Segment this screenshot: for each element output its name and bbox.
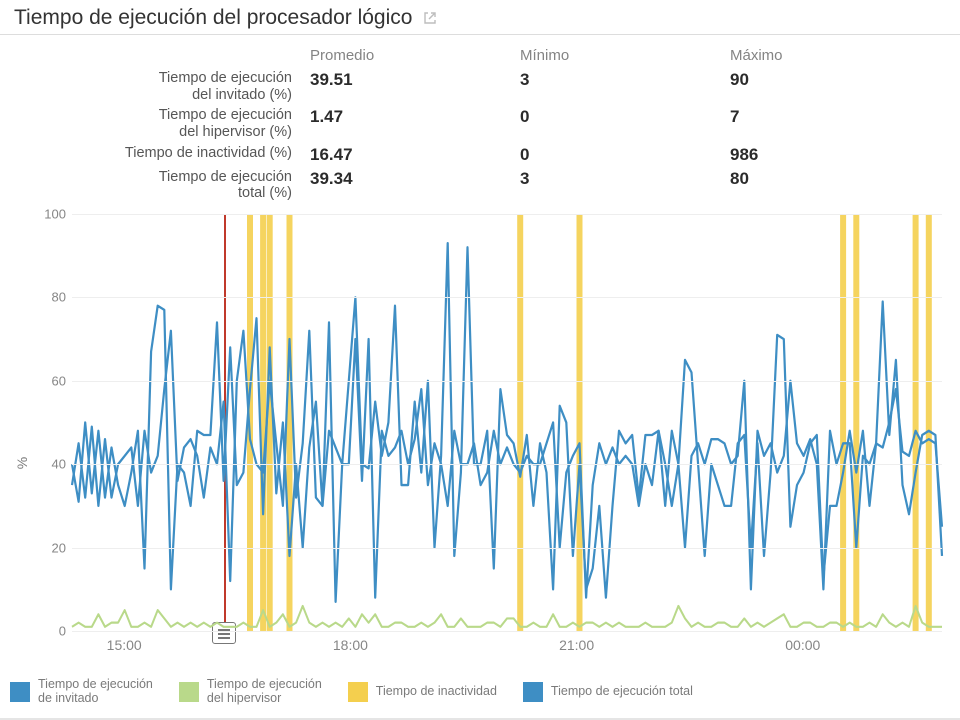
metric-guest-label: Tiempo de ejecucióndel invitado (%) (0, 68, 310, 105)
cpu-runtime-panel: Tiempo de ejecución del procesador lógic… (0, 0, 960, 720)
swatch-icon (179, 682, 199, 702)
metric-guest-avg: 39.51 (310, 68, 520, 105)
legend: Tiempo de ejecuciónde invitado Tiempo de… (10, 672, 950, 712)
ytick: 0 (36, 624, 66, 639)
metric-hyper-max: 7 (730, 105, 940, 142)
legend-guest[interactable]: Tiempo de ejecuciónde invitado (10, 678, 153, 706)
ytick: 100 (36, 207, 66, 222)
metric-idle-min: 0 (520, 143, 730, 167)
col-max: Máximo (730, 41, 940, 68)
metric-idle-avg: 16.47 (310, 143, 520, 167)
metric-idle-max: 986 (730, 143, 940, 167)
legend-total[interactable]: Tiempo de ejecución total (523, 682, 693, 702)
metric-guest-max: 90 (730, 68, 940, 105)
legend-hyper[interactable]: Tiempo de ejecucióndel hipervisor (179, 678, 322, 706)
ytick: 60 (36, 373, 66, 388)
legend-hyper-label: Tiempo de ejecucióndel hipervisor (207, 678, 322, 706)
metric-total-min: 3 (520, 167, 730, 204)
metric-total-max: 80 (730, 167, 940, 204)
swatch-icon (348, 682, 368, 702)
metric-guest-min: 3 (520, 68, 730, 105)
y-axis-label: % (14, 457, 30, 469)
xtick: 18:00 (333, 637, 368, 653)
metric-hyper-min: 0 (520, 105, 730, 142)
legend-guest-label: Tiempo de ejecuciónde invitado (38, 678, 153, 706)
plot-area[interactable]: 02040608010015:0018:0021:0000:00 (72, 214, 942, 632)
swatch-icon (523, 682, 543, 702)
panel-title: Tiempo de ejecución del procesador lógic… (14, 6, 412, 30)
col-avg: Promedio (310, 41, 520, 68)
swatch-icon (10, 682, 30, 702)
xtick: 15:00 (107, 637, 142, 653)
ytick: 40 (36, 457, 66, 472)
ytick: 80 (36, 290, 66, 305)
metric-idle-label: Tiempo de inactividad (%) (0, 143, 310, 167)
chart-svg (72, 214, 942, 631)
xtick: 21:00 (559, 637, 594, 653)
metric-total-avg: 39.34 (310, 167, 520, 204)
legend-idle-label: Tiempo de inactividad (376, 685, 497, 699)
metric-hyper-avg: 1.47 (310, 105, 520, 142)
panel-header: Tiempo de ejecución del procesador lógic… (0, 0, 960, 35)
chart-container: % 02040608010015:0018:0021:0000:00 Tiemp… (0, 208, 960, 718)
summary-table: Promedio Mínimo Máximo Tiempo de ejecuci… (0, 35, 960, 208)
col-min: Mínimo (520, 41, 730, 68)
metric-hyper-label: Tiempo de ejecucióndel hipervisor (%) (0, 105, 310, 142)
metric-total-label: Tiempo de ejecucióntotal (%) (0, 167, 310, 204)
legend-idle[interactable]: Tiempo de inactividad (348, 682, 497, 702)
popout-icon[interactable] (422, 10, 438, 26)
legend-total-label: Tiempo de ejecución total (551, 685, 693, 699)
ytick: 20 (36, 540, 66, 555)
xtick: 00:00 (785, 637, 820, 653)
